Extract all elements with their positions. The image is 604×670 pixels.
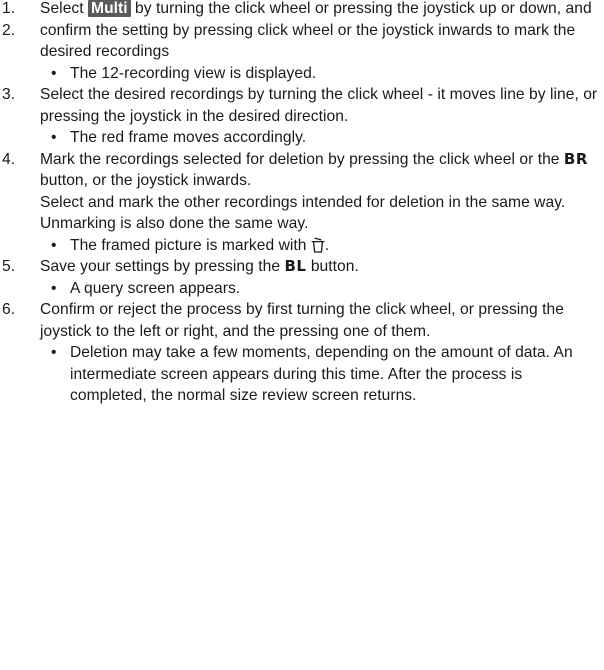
step-text-after: button. <box>306 258 359 275</box>
step-number: 5. <box>2 258 16 275</box>
step-result: • The red frame moves accordingly. <box>46 127 600 149</box>
step-result-end: . <box>324 236 330 254</box>
step-6: 6. Confirm or reject the process by firs… <box>0 299 600 407</box>
manual-page: 1. Select Multi by turning the click whe… <box>0 0 604 670</box>
step-text-before: Mark the recordings selected for deletio… <box>40 150 564 168</box>
step-2: 2. confirm the setting by pressing click… <box>0 20 600 85</box>
step-number: 6. <box>2 301 16 318</box>
step-number: 2. <box>2 21 16 39</box>
step-number: 3. <box>2 86 16 103</box>
multi-menu-tag: Multi <box>88 0 131 17</box>
step-result-list: • Deletion may take a few moments, depend… <box>40 342 600 407</box>
step-result-text: A query screen appears. <box>70 279 241 297</box>
step-result: • The framed picture is marked with . <box>46 235 600 257</box>
step-3: 3. Select the desired recordings by turn… <box>0 84 600 149</box>
step-result-text: The framed picture is marked with <box>70 236 311 254</box>
step-result-text: The 12-recording view is displayed. <box>70 64 317 82</box>
step-text: Select the desired recordings by turning… <box>40 86 598 125</box>
step-text-after: button, or the joystick inwards. <box>40 172 252 189</box>
step-text-before: Save your settings by pressing the <box>40 258 285 275</box>
step-text-line-1: Mark the recordings selected for deletio… <box>40 149 600 192</box>
step-result-list: • The 12-recording view is displayed. <box>40 63 600 85</box>
step-result: • The 12-recording view is displayed. <box>46 63 600 85</box>
step-result-text: Deletion may take a few moments, dependi… <box>70 344 573 404</box>
step-1: 1. Select Multi by turning the click whe… <box>0 0 600 20</box>
bullet-icon: • <box>51 279 57 297</box>
step-result-list: • The red frame moves accordingly. <box>40 127 600 149</box>
step-number: 1. <box>2 0 16 17</box>
step-result: • A query screen appears. <box>46 278 600 300</box>
step-text-after: by turning the click wheel or pressing t… <box>130 0 592 17</box>
bullet-icon: • <box>51 344 57 361</box>
bullet-icon: • <box>51 129 57 146</box>
trash-icon <box>311 237 325 253</box>
step-text: Confirm or reject the process by first t… <box>40 301 564 340</box>
bl-button-label: BL <box>284 257 307 275</box>
step-text-line-2: Select and mark the other recordings int… <box>40 193 566 211</box>
step-number: 4. <box>2 150 16 168</box>
step-result-list: • A query screen appears. <box>40 278 600 300</box>
deletion-steps-list: 1. Select Multi by turning the click whe… <box>0 0 600 407</box>
step-text: confirm the setting by pressing click wh… <box>40 21 576 61</box>
br-button-label: BR <box>563 149 588 168</box>
step-text-before: Select <box>40 0 89 17</box>
step-5: 5. Save your settings by pressing the BL… <box>0 256 600 299</box>
step-result: • Deletion may take a few moments, depend… <box>46 342 600 407</box>
bullet-icon: • <box>51 236 57 254</box>
step-result-text: The red frame moves accordingly. <box>70 129 307 146</box>
step-4: 4. Mark the recordings selected for dele… <box>0 149 600 257</box>
step-text-line-3: Unmarking is also done the same way. <box>40 215 309 232</box>
bullet-icon: • <box>51 64 57 82</box>
step-result-list: • The framed picture is marked with . <box>40 235 600 257</box>
